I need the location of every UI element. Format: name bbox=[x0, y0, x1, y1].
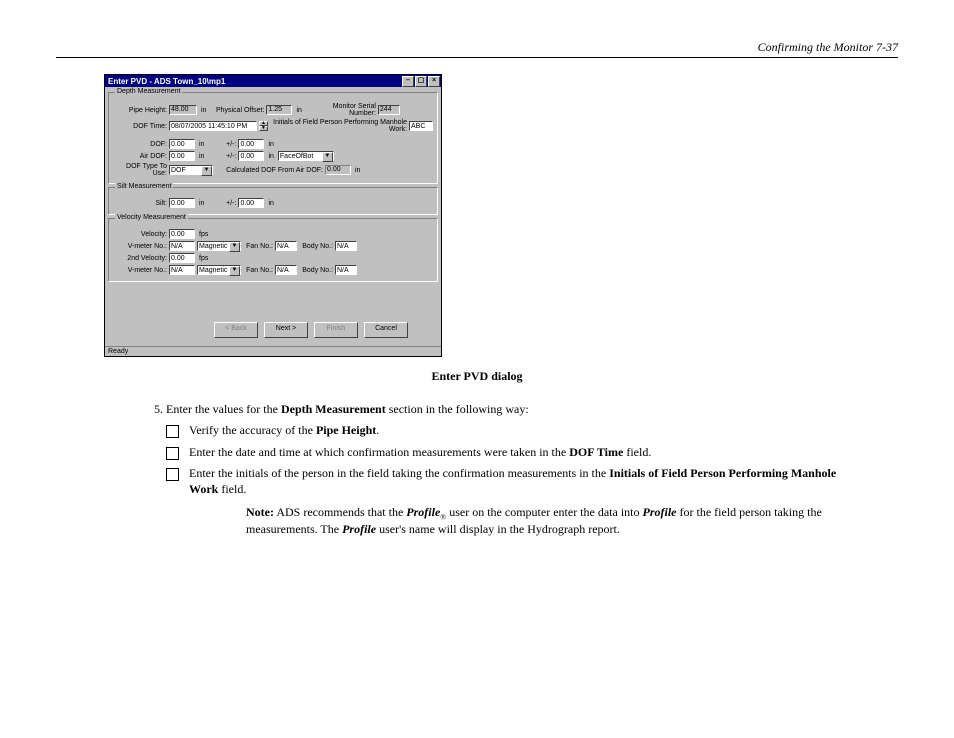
vmeter2-field[interactable] bbox=[169, 265, 195, 275]
label-velocity: Velocity: bbox=[113, 231, 167, 238]
label-airdof: Air DOF: bbox=[113, 153, 167, 160]
header-rule bbox=[56, 57, 898, 58]
note-block: Note: ADS recommends that the Profile® u… bbox=[246, 505, 842, 536]
status-bar: Ready bbox=[105, 346, 441, 356]
page-header-right: Confirming the Monitor 7-37 bbox=[758, 40, 898, 55]
unit-in: in bbox=[353, 167, 362, 174]
label-vmeter: V-meter No.: bbox=[113, 267, 167, 274]
titlebar[interactable]: Enter PVD - ADS Town_10\mp1 – ▢ × bbox=[105, 75, 441, 87]
vmeter1-field[interactable] bbox=[169, 241, 195, 251]
label-dof: DOF: bbox=[113, 141, 167, 148]
chevron-down-icon[interactable]: ▼ bbox=[229, 266, 240, 276]
unit-fps: fps bbox=[197, 231, 210, 238]
velocity2-field[interactable] bbox=[169, 253, 195, 263]
unit-in: in bbox=[197, 200, 206, 207]
physical-offset-field: 1.25 bbox=[266, 105, 292, 115]
unit-in: in bbox=[266, 141, 275, 148]
minimize-icon[interactable]: – bbox=[402, 76, 414, 87]
velocity-field[interactable] bbox=[169, 229, 195, 239]
initials-field[interactable] bbox=[409, 121, 433, 131]
dof-time-field[interactable] bbox=[169, 121, 257, 131]
label-physical-offset: Physical Offset: bbox=[210, 107, 264, 114]
chevron-down-icon[interactable]: ▼ bbox=[229, 242, 240, 252]
airdof-pm-field[interactable] bbox=[238, 151, 264, 161]
unit-in: in bbox=[266, 153, 275, 160]
enter-pvd-window: Enter PVD - ADS Town_10\mp1 – ▢ × Depth … bbox=[104, 74, 442, 357]
window-title: Enter PVD - ADS Town_10\mp1 bbox=[106, 77, 401, 86]
serial-field: 244 bbox=[378, 105, 400, 115]
silt-pm-field[interactable] bbox=[238, 198, 264, 208]
label-pipe-height: Pipe Height: bbox=[113, 107, 167, 114]
label-doftype: DOF Type To Use: bbox=[113, 163, 167, 177]
next-button[interactable]: Next > bbox=[264, 322, 308, 338]
vmeter1-type-select[interactable]: Magnetic▼ bbox=[197, 241, 241, 251]
label-calc: Calculated DOF From Air DOF: bbox=[215, 167, 323, 174]
dof-time-spinner[interactable]: ▲▼ bbox=[259, 121, 268, 131]
cancel-button[interactable]: Cancel bbox=[364, 322, 408, 338]
label-silt: Silt: bbox=[113, 200, 167, 207]
chevron-down-icon[interactable]: ▼ bbox=[201, 166, 212, 176]
chevron-down-icon[interactable]: ▼ bbox=[322, 152, 333, 162]
pipe-height-field: 48.00 bbox=[169, 105, 197, 115]
checkbox-row-2: Enter the date and time at which confirm… bbox=[166, 445, 842, 461]
label-dof-time: DOF Time: bbox=[113, 123, 167, 130]
fan2-field[interactable] bbox=[275, 265, 297, 275]
label-pm: +/-: bbox=[208, 153, 236, 160]
label-fan: Fan No.: bbox=[243, 267, 273, 274]
label-velocity2: 2nd Velocity: bbox=[113, 255, 167, 262]
maximize-icon[interactable]: ▢ bbox=[415, 76, 427, 87]
dof-field[interactable] bbox=[169, 139, 195, 149]
unit-in: in bbox=[197, 141, 206, 148]
vmeter2-type-select[interactable]: Magnetic▼ bbox=[197, 265, 241, 275]
label-pm: +/-: bbox=[208, 141, 236, 148]
fan1-field[interactable] bbox=[275, 241, 297, 251]
label-body: Body No.: bbox=[299, 267, 333, 274]
close-icon[interactable]: × bbox=[428, 76, 440, 87]
checkbox-icon bbox=[166, 468, 179, 481]
unit-fps: fps bbox=[197, 255, 210, 262]
label-initials: Initials of Field Person Performing Manh… bbox=[270, 119, 407, 133]
body1-field[interactable] bbox=[335, 241, 357, 251]
figure-caption: Enter PVD dialog bbox=[104, 369, 850, 384]
dof-pm-field[interactable] bbox=[238, 139, 264, 149]
label-serial: Monitor Serial Number: bbox=[306, 103, 376, 117]
checkbox-row-1: Verify the accuracy of the Pipe Height. bbox=[166, 423, 842, 439]
group-depth-legend: Depth Measurement bbox=[115, 88, 182, 95]
silt-field[interactable] bbox=[169, 198, 195, 208]
unit-in: in bbox=[294, 107, 303, 114]
step-5: Enter the values for the Depth Measureme… bbox=[166, 402, 842, 537]
unit-in: in bbox=[266, 200, 275, 207]
group-silt-legend: Silt Measurement bbox=[115, 183, 173, 190]
group-velocity-legend: Velocity Measurement bbox=[115, 214, 188, 221]
label-pm: +/-: bbox=[208, 200, 236, 207]
doftype-select[interactable]: DOF▼ bbox=[169, 165, 213, 175]
airdof-ref-select[interactable]: FaceOfBot▼ bbox=[278, 151, 334, 161]
airdof-field[interactable] bbox=[169, 151, 195, 161]
group-depth: Depth Measurement Pipe Height: 48.00 in … bbox=[108, 92, 438, 184]
body2-field[interactable] bbox=[335, 265, 357, 275]
unit-in: in bbox=[199, 107, 208, 114]
checkbox-icon bbox=[166, 447, 179, 460]
back-button[interactable]: < Back bbox=[214, 322, 258, 338]
calc-field: 0.00 bbox=[325, 165, 351, 175]
group-velocity: Velocity Measurement Velocity: fps V-met… bbox=[108, 218, 438, 282]
finish-button[interactable]: Finish bbox=[314, 322, 358, 338]
label-fan: Fan No.: bbox=[243, 243, 273, 250]
checkbox-row-3: Enter the initials of the person in the … bbox=[166, 466, 842, 497]
checkbox-icon bbox=[166, 425, 179, 438]
unit-in: in bbox=[197, 153, 206, 160]
group-silt: Silt Measurement Silt: in +/-: in bbox=[108, 187, 438, 215]
label-vmeter: V-meter No.: bbox=[113, 243, 167, 250]
label-body: Body No.: bbox=[299, 243, 333, 250]
